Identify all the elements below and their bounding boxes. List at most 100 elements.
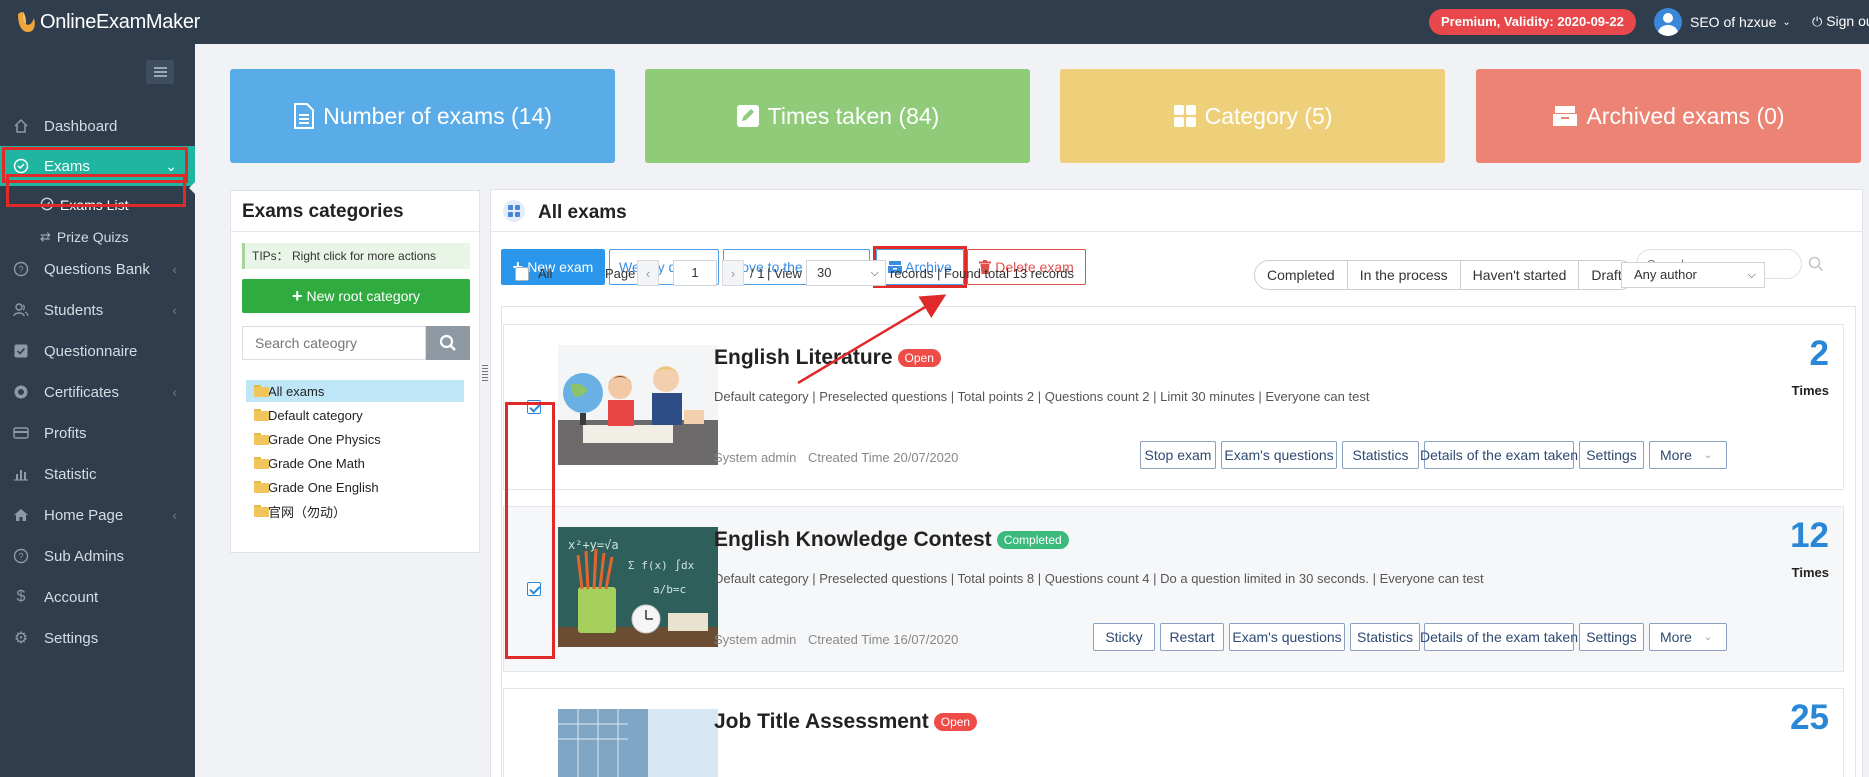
page-size-select[interactable]: 30 ⌵ <box>806 260 886 286</box>
filter-in-process[interactable]: In the process <box>1346 261 1460 289</box>
sidebar-item-questions-bank[interactable]: ? Questions Bank ‹ <box>0 249 195 289</box>
exam-title[interactable]: English Literature Open <box>714 346 941 370</box>
more-button[interactable]: More ⌄ <box>1649 623 1727 651</box>
stat-card-category[interactable]: Category (5) <box>1060 69 1445 163</box>
menu-toggle-icon[interactable] <box>146 60 174 84</box>
page-label: Page <box>605 266 636 281</box>
exam-meta: Default category | Preselected questions… <box>714 571 1484 586</box>
logo-text: OnlineExamMaker <box>40 10 201 33</box>
sidebar-item-label: Questions Bank <box>44 260 150 278</box>
category-search-input[interactable] <box>242 326 426 360</box>
sidebar-item-sub-admins[interactable]: ? Sub Admins <box>0 536 195 576</box>
sidebar-item-label: Students <box>44 301 104 319</box>
sticky-button[interactable]: Sticky <box>1093 623 1155 651</box>
check-square-icon <box>12 342 30 360</box>
category-search-button[interactable] <box>426 326 470 360</box>
filter-completed[interactable]: Completed <box>1255 261 1347 289</box>
category-item-official[interactable]: 官网（勿动） <box>246 500 464 522</box>
sidebar-item-label: Statistic <box>44 465 97 483</box>
exam-author: System admin <box>714 450 797 465</box>
exam-thumbnail[interactable] <box>558 345 718 465</box>
exam-title[interactable]: English Knowledge Contest Completed <box>714 528 1069 552</box>
folder-icon <box>254 505 269 517</box>
filter-not-started[interactable]: Haven't started <box>1459 261 1579 289</box>
status-filter-group: Completed In the process Haven't started… <box>1254 260 1635 290</box>
sidebar-subitem-prize-quizs[interactable]: ⇄ Prize Quizs <box>40 223 128 251</box>
exam-thumbnail[interactable]: x²+y=√a Σ f(x) ∫dx a/b=c <box>558 527 718 647</box>
category-item-english[interactable]: Grade One English <box>246 476 464 498</box>
user-menu[interactable]: SEO of hzxue ⌄ <box>1654 7 1791 37</box>
sign-out-label: Sign out <box>1826 13 1869 29</box>
next-page-button[interactable]: › <box>722 260 744 286</box>
exam-details-button[interactable]: Details of the exam taken <box>1420 623 1578 651</box>
edit-icon <box>736 104 760 128</box>
select-all-checkbox[interactable] <box>515 267 529 281</box>
stat-card-exams[interactable]: Number of exams (14) <box>230 69 615 163</box>
sidebar-item-statistic[interactable]: Statistic <box>0 454 195 494</box>
exam-footer: System admin Ctreated Time 16/07/2020 <box>714 632 958 647</box>
highlight-box <box>505 402 555 659</box>
sidebar-item-questionnaire[interactable]: Questionnaire <box>0 331 195 371</box>
settings-button[interactable]: Settings <box>1579 623 1644 651</box>
statistics-button[interactable]: Statistics <box>1350 623 1420 651</box>
page-number-input[interactable]: 1 <box>673 260 717 286</box>
sidebar-item-account[interactable]: $ Account <box>0 577 195 617</box>
exam-questions-button[interactable]: Exam's questions <box>1221 441 1337 469</box>
sidebar-item-home-page[interactable]: Home Page ‹ <box>0 495 195 535</box>
panel-title: All exams <box>538 202 627 223</box>
category-item-all-exams[interactable]: All exams <box>246 380 464 402</box>
restart-button[interactable]: Restart <box>1160 623 1224 651</box>
prev-page-button[interactable]: ‹ <box>637 260 659 286</box>
chevron-left-icon: ‹ <box>172 507 177 523</box>
category-label: Grade One English <box>268 479 379 495</box>
question-circle-icon: ? <box>12 260 30 278</box>
author-filter-select[interactable]: Any author ⌵ <box>1621 262 1765 288</box>
credit-card-icon <box>12 424 30 442</box>
exam-card: Job Title Assessment Open 25 <box>503 688 1844 777</box>
stat-card-archived[interactable]: Archived exams (0) <box>1476 69 1861 163</box>
sidebar-item-dashboard[interactable]: Dashboard <box>0 106 195 146</box>
premium-badge[interactable]: Premium, Validity: 2020-09-22 <box>1429 9 1636 35</box>
stat-label: Times taken (84) <box>767 102 940 129</box>
category-label: All exams <box>268 383 325 399</box>
svg-text:?: ? <box>18 265 23 275</box>
statistics-button[interactable]: Statistics <box>1342 441 1419 469</box>
status-badge: Open <box>933 713 978 731</box>
new-root-category-button[interactable]: + New root category <box>242 279 470 313</box>
page-size-value: 30 <box>817 265 832 280</box>
sidebar-item-label: Home Page <box>44 506 124 524</box>
exam-thumbnail[interactable] <box>558 709 718 777</box>
category-item-math[interactable]: Grade One Math <box>246 452 464 474</box>
search-icon[interactable] <box>1808 256 1824 272</box>
category-item-physics[interactable]: Grade One Physics <box>246 428 464 450</box>
exam-questions-button[interactable]: Exam's questions <box>1229 623 1345 651</box>
exam-title[interactable]: Job Title Assessment Open <box>714 710 978 734</box>
more-button[interactable]: More ⌄ <box>1649 441 1727 469</box>
category-label: 官网（勿动） <box>268 504 347 520</box>
panel-splitter-handle[interactable] <box>482 365 488 385</box>
chevron-left-icon: ‹ <box>172 302 177 318</box>
stop-exam-button[interactable]: Stop exam <box>1140 441 1216 469</box>
svg-text:Σ f(x) ∫dx: Σ f(x) ∫dx <box>628 559 695 572</box>
sidebar-item-label: Settings <box>44 629 99 647</box>
folder-icon <box>254 457 269 469</box>
sidebar-item-profits[interactable]: Profits <box>0 413 195 453</box>
sidebar-subitem-label: Prize Quizs <box>56 229 129 245</box>
sidebar-item-certificates[interactable]: Certificates ‹ <box>0 372 195 412</box>
exam-details-button[interactable]: Details of the exam taken <box>1420 441 1578 469</box>
gear-icon: ⚙ <box>13 630 29 647</box>
bar-chart-icon <box>12 465 30 483</box>
stat-card-times-taken[interactable]: Times taken (84) <box>645 69 1030 163</box>
stat-label: Number of exams (14) <box>323 102 552 129</box>
stat-label: Category (5) <box>1204 102 1333 129</box>
total-pages: / 1 <box>750 266 765 281</box>
app-logo[interactable]: OnlineExamMaker <box>14 8 200 36</box>
sign-out-link[interactable]: ⏻ Sign out <box>1812 13 1869 30</box>
chevron-down-icon: ⌵ <box>870 267 879 279</box>
category-label: Grade One Math <box>268 455 365 471</box>
settings-button[interactable]: Settings <box>1579 441 1644 469</box>
sidebar-item-settings[interactable]: ⚙ Settings <box>0 618 195 658</box>
exam-created-time: Ctreated Time 20/07/2020 <box>808 450 959 465</box>
sidebar-item-students[interactable]: Students ‹ <box>0 290 195 330</box>
category-item-default[interactable]: Default category <box>246 404 464 426</box>
